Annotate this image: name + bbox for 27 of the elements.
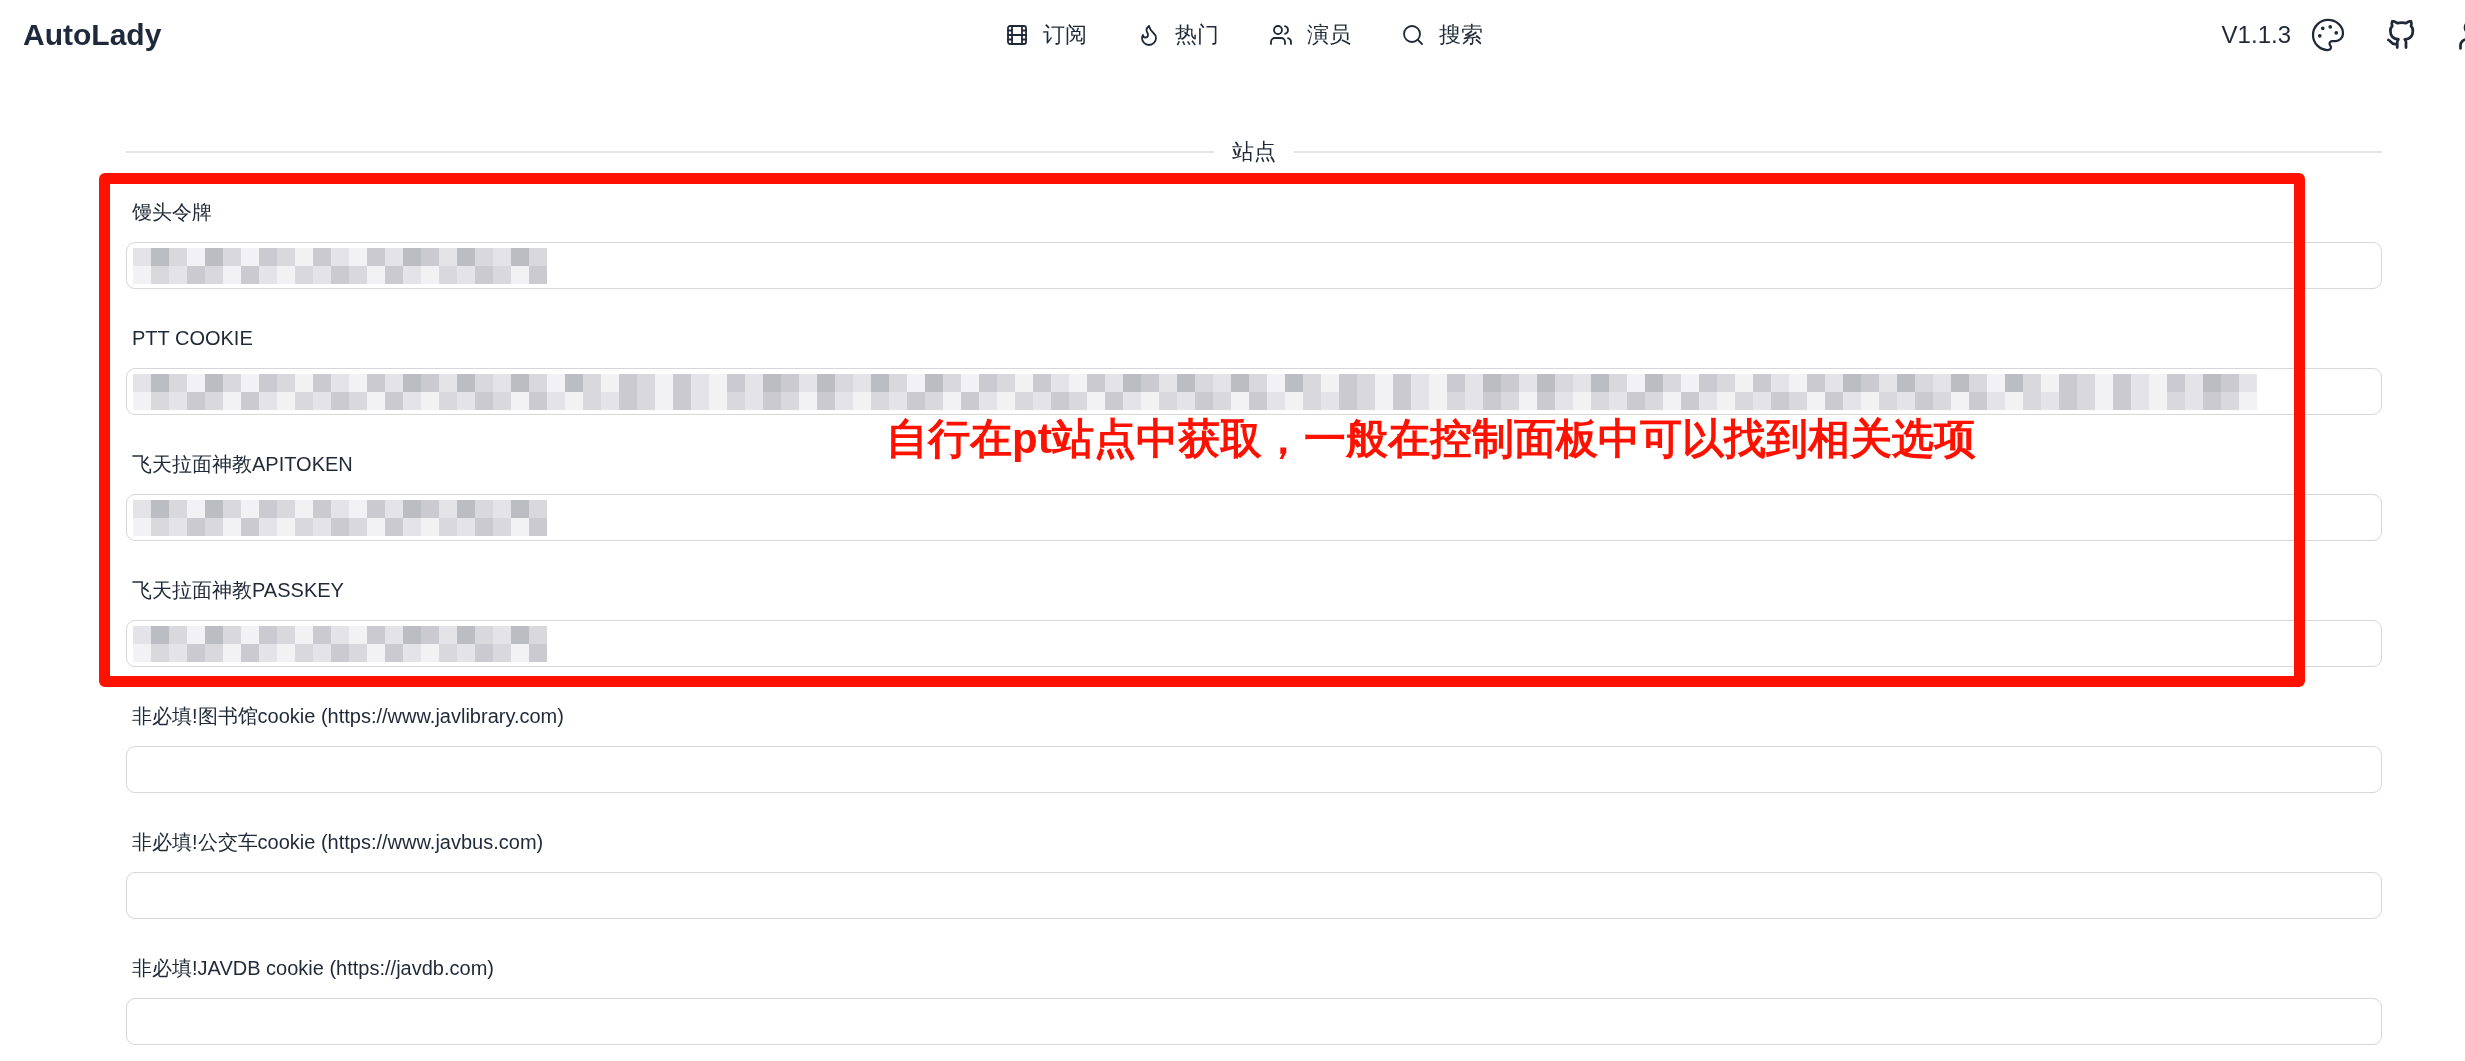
input-field[interactable] xyxy=(126,620,2382,667)
field-label: 馒头令牌 xyxy=(131,200,212,225)
brand-title: AutoLady xyxy=(23,18,162,52)
nav-link[interactable]: 热门 xyxy=(1137,20,1219,50)
nav-link[interactable]: 搜索 xyxy=(1401,20,1483,50)
input-field[interactable] xyxy=(126,746,2382,793)
field-label: PTT COOKIE xyxy=(131,326,253,351)
nav-link[interactable]: 订阅 xyxy=(1005,20,1087,50)
input-field[interactable] xyxy=(126,494,2382,541)
field-label: 非必填!公交车cookie (https://www.javbus.com) xyxy=(131,830,544,855)
field-label: 飞天拉面神教PASSKEY xyxy=(131,578,344,603)
nav-link[interactable]: 演员 xyxy=(1269,20,1351,50)
annotation-note: 自行在pt站点中获取，一般在控制面板中可以找到相关选项 xyxy=(886,414,1976,464)
version-label: V1.1.3 xyxy=(2221,21,2291,49)
input-field[interactable] xyxy=(126,368,2382,415)
github-icon[interactable] xyxy=(2386,20,2416,50)
input-field[interactable] xyxy=(126,242,2382,289)
users-icon xyxy=(1269,23,1293,47)
field-label: 非必填!图书馆cookie (https://www.javlibrary.com) xyxy=(131,704,564,729)
section-title: 站点 xyxy=(1232,138,1276,166)
palette-icon[interactable] xyxy=(2310,17,2346,53)
film-icon xyxy=(1005,23,1029,47)
field-label: 飞天拉面神教APITOKEN xyxy=(131,452,353,477)
field-label: 非必填!JAVDB cookie (https://javdb.com) xyxy=(131,956,494,981)
search-icon xyxy=(1401,23,1425,47)
input-field[interactable] xyxy=(126,998,2382,1045)
input-field[interactable] xyxy=(126,872,2382,919)
